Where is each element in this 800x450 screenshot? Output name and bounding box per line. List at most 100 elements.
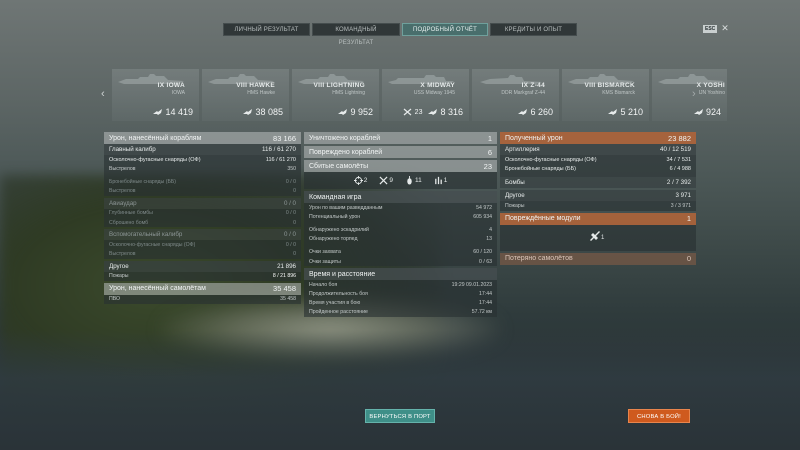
ship-damage-value: 8 316 bbox=[440, 107, 463, 117]
tab-detailed-report[interactable]: ПОДРОБНЫЙ ОТЧЁТ bbox=[402, 23, 488, 36]
ship-subtitle: USS Midway 1945 bbox=[413, 90, 455, 96]
bomb-icon bbox=[407, 176, 412, 185]
ship-damage: 9 952 bbox=[338, 107, 373, 117]
damage-icon bbox=[153, 108, 163, 115]
ship-card[interactable]: VIII LIGHTNING HMS Lightning 9 952 bbox=[292, 69, 379, 121]
rocket-icon bbox=[434, 176, 442, 185]
ships-damaged-header: Повреждено кораблей 6 bbox=[304, 146, 497, 158]
stat-row: Осколочно-фугасные снаряды (ОФ) 34 / 7 53… bbox=[500, 155, 696, 165]
ship-damage: 14 419 bbox=[153, 107, 193, 117]
ship-card[interactable]: VIII HAWKE HMS Hawke 38 085 bbox=[202, 69, 289, 121]
stat-row: Очки захвата 60 / 120 bbox=[304, 247, 497, 257]
planes-shot-header: Сбитые самолёты 23 bbox=[304, 160, 497, 172]
airstrike-header: Авиаудар 0 / 0 bbox=[104, 197, 301, 209]
stat-row: Выстрелов 350 bbox=[104, 164, 301, 174]
module-item: 1 bbox=[589, 230, 605, 241]
stat-row: Время участия в бою 17:44 bbox=[304, 298, 497, 308]
ship-damage-value: 924 bbox=[705, 107, 721, 117]
ship-damage: 6 260 bbox=[518, 107, 553, 117]
damage-icon bbox=[428, 108, 438, 115]
damaged-ships-ribbon: IX IOWA IOWA 14 419 VIII HAWKE HMS Hawke… bbox=[112, 69, 727, 121]
damage-dealt-panel: Урон, нанесённый кораблям 83 166 Главный … bbox=[104, 132, 301, 304]
damage-icon bbox=[243, 108, 253, 115]
stat-row: Сброшено бомб 0 bbox=[104, 217, 301, 228]
damage-icon bbox=[518, 108, 528, 115]
ship-card[interactable]: IX Z-44 DDR Markgraf Z-44 6 260 bbox=[472, 69, 559, 121]
ship-name: VIII LIGHTNING bbox=[313, 82, 365, 89]
stat-row: Обнаружено торпед 13 bbox=[304, 234, 497, 244]
ship-subtitle: IJN Yoshino bbox=[698, 90, 725, 96]
stat-row: Продолжительность боя 17:44 bbox=[304, 289, 497, 299]
damage-received-panel: Полученный урон 23 882 Артиллерия 40 / 12 … bbox=[500, 132, 696, 265]
ship-damage: 924 bbox=[693, 107, 721, 117]
stat-row: Начало боя 19:29 09.01.2023 bbox=[304, 280, 497, 290]
stat-row: Осколочно-фугасные снаряды (ОФ) 0 / 0 bbox=[104, 240, 301, 250]
stat-row: Пожары 3 / 3 971 bbox=[500, 201, 696, 211]
ships-prev-arrow-icon[interactable]: ‹ bbox=[101, 88, 105, 100]
ship-damage-value: 6 260 bbox=[530, 107, 553, 117]
stat-row: Глубинные бомбы 0 / 0 bbox=[104, 208, 301, 218]
ship-damage-value: 38 085 bbox=[255, 107, 283, 117]
plane-damage-header: Урон, нанесённый самолётам 35 458 bbox=[104, 282, 301, 295]
stat-row: Обнаружено эскадрилий 4 bbox=[304, 225, 497, 235]
damage-icon bbox=[338, 108, 348, 115]
planes-shot-icon bbox=[379, 176, 388, 185]
artillery-header: Артиллерия 40 / 12 519 bbox=[500, 144, 696, 155]
ship-card[interactable]: X MIDWAY USS Midway 1945 23 8 316 bbox=[382, 69, 469, 121]
stat-row: Пройденное расстояние 57.72 км bbox=[304, 307, 497, 317]
team-play-panel: Уничтожено кораблей 1 Повреждено кораблей… bbox=[304, 132, 497, 317]
ship-damage-header: Урон, нанесённый кораблям 83 166 bbox=[104, 132, 301, 144]
other-received-header: Другое 3 971 bbox=[500, 190, 696, 202]
ship-damage-value: 14 419 bbox=[165, 107, 193, 117]
stat-row: Осколочно-фугасные снаряды (ОФ) 116 / 61 … bbox=[104, 155, 301, 165]
ship-subtitle: DDR Markgraf Z-44 bbox=[501, 90, 545, 96]
stat-row: Потенциальный урон 605 934 bbox=[304, 212, 497, 222]
plane-types-row: 2 9 11 1 bbox=[304, 172, 497, 189]
close-icon[interactable]: ✕ bbox=[721, 24, 729, 33]
ship-card[interactable]: IX IOWA IOWA 14 419 bbox=[112, 69, 199, 121]
ship-subtitle: IOWA bbox=[171, 90, 185, 96]
ship-planes-destroyed: 23 bbox=[414, 108, 423, 116]
tab-credits-xp[interactable]: КРЕДИТЫ И ОПЫТ bbox=[490, 23, 577, 36]
ship-name: IX Z-44 bbox=[521, 82, 545, 89]
ship-card[interactable]: X YOSHI IJN Yoshino 924 bbox=[652, 69, 727, 121]
ship-name: VIII HAWKE bbox=[236, 82, 275, 89]
stat-row: Бронебойные снаряды (ББ) 0 / 0 bbox=[104, 177, 301, 187]
ship-name: X MIDWAY bbox=[420, 82, 455, 89]
team-play-header: Командная игра bbox=[304, 191, 497, 203]
damage-icon bbox=[608, 108, 618, 115]
result-tabs: ЛИЧНЫЙ РЕЗУЛЬТАТ КОМАНДНЫЙ РЕЗУЛЬТАТ ПОД… bbox=[223, 23, 577, 46]
stat-row: Очки защиты 0 / 63 bbox=[304, 256, 497, 267]
spotted-icon bbox=[353, 176, 363, 185]
esc-hint-badge: ESC bbox=[703, 24, 718, 33]
main-caliber-header: Главный калибр 116 / 61 270 bbox=[104, 144, 301, 155]
ship-name: X YOSHI bbox=[696, 82, 725, 89]
damage-icon bbox=[693, 108, 703, 115]
battle-again-button[interactable]: СНОВА В БОЙ! bbox=[628, 409, 690, 423]
module-count: 1 bbox=[601, 234, 605, 241]
ship-damage: 23 8 316 bbox=[403, 107, 463, 117]
damaged-modules-header: Повреждённые модули 1 bbox=[500, 212, 696, 225]
ship-damage: 5 210 bbox=[608, 107, 643, 117]
planes-destroyed-icon bbox=[403, 108, 412, 116]
stat-row: Урон по вашим разведданным 54 972 bbox=[304, 203, 497, 213]
stat-row: Пожары 8 / 21 896 bbox=[104, 271, 301, 281]
ship-name: IX IOWA bbox=[157, 82, 185, 89]
ships-destroyed-header: Уничтожено кораблей 1 bbox=[304, 132, 497, 144]
ship-subtitle: HMS Hawke bbox=[247, 90, 275, 96]
ship-damage-value: 9 952 bbox=[350, 107, 373, 117]
time-distance-header: Время и расстояние bbox=[304, 268, 497, 281]
bombs-header: Бомбы 2 / 7 392 bbox=[500, 177, 696, 189]
damaged-modules-box: 1 bbox=[500, 224, 696, 251]
received-damage-header: Полученный урон 23 882 bbox=[500, 132, 696, 144]
ship-damage-value: 5 210 bbox=[620, 107, 643, 117]
tab-personal-result[interactable]: ЛИЧНЫЙ РЕЗУЛЬТАТ bbox=[223, 23, 310, 36]
tab-team-result[interactable]: КОМАНДНЫЙ РЕЗУЛЬТАТ bbox=[312, 23, 400, 46]
return-to-port-button[interactable]: ВЕРНУТЬСЯ В ПОРТ bbox=[365, 409, 435, 423]
ship-subtitle: HMS Lightning bbox=[332, 90, 365, 96]
lost-planes-header: Потеряно самолётов 0 bbox=[500, 252, 696, 265]
secondary-caliber-header: Вспомогательный калибр 0 / 0 bbox=[104, 229, 301, 241]
other-damage-header: Другое 21 896 bbox=[104, 260, 301, 272]
ship-card[interactable]: VIII BISMARCK KMS Bismarck 5 210 bbox=[562, 69, 649, 121]
ship-damage: 38 085 bbox=[243, 107, 283, 117]
